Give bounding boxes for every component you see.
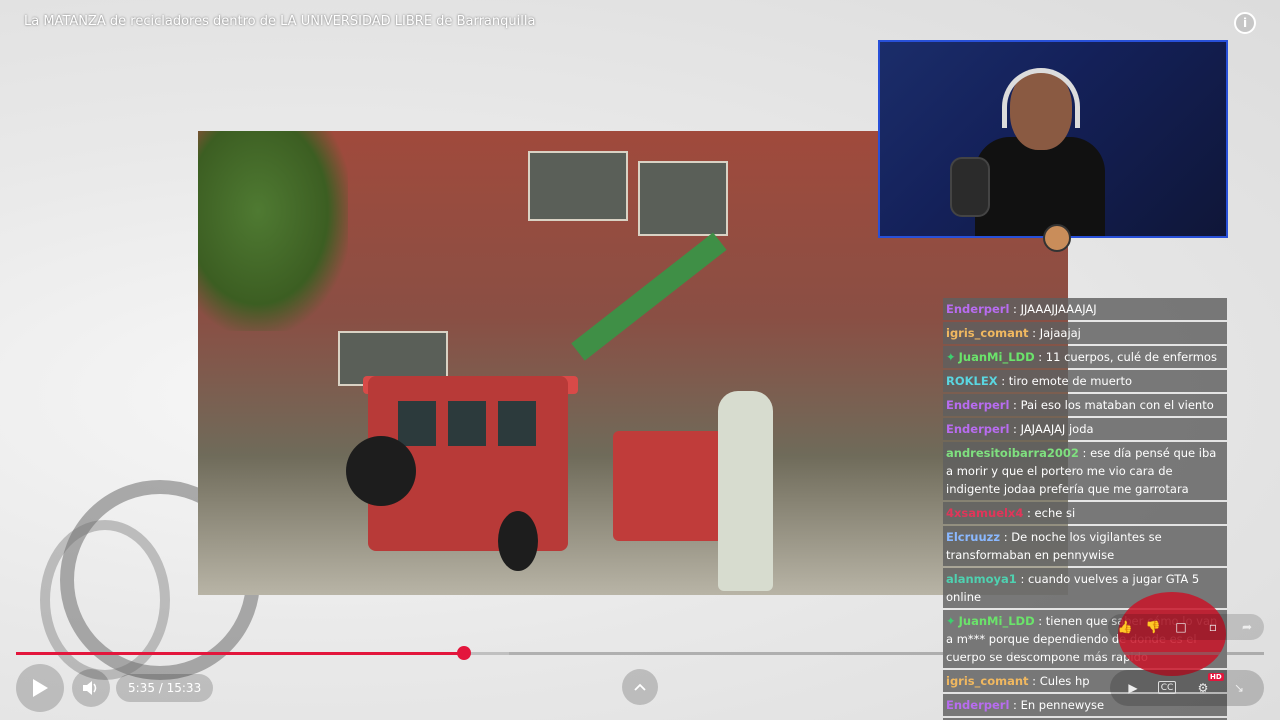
video-scene-tree [198, 131, 348, 331]
chat-text: : Pai eso los mataban con el viento [1009, 398, 1214, 412]
video-scene-window [638, 161, 728, 236]
chat-username: Enderperl [946, 398, 1010, 412]
right-controls: ▶ CC ⚙ ↘ [1110, 670, 1264, 706]
webcam-overlay [878, 40, 1228, 238]
chat-username: Enderperl [946, 422, 1010, 436]
chat-message: igris_comant : Jajaajaj [943, 322, 1227, 344]
chat-username: igris_comant [946, 674, 1029, 688]
video-scene-stairs [571, 232, 727, 361]
video-scene-jeep-window [448, 401, 486, 446]
chat-username: JuanMi_LDD [958, 350, 1035, 364]
volume-icon [83, 681, 97, 695]
decorative-stain [40, 520, 170, 680]
video-scene-wheel [346, 436, 416, 506]
exit-fullscreen-icon[interactable]: ↘ [1230, 679, 1248, 697]
chat-message: Elcruuzz : De noche los vigilantes se tr… [943, 526, 1227, 566]
chat-username: Elcruuzz [946, 530, 1001, 544]
volume-button[interactable] [72, 669, 110, 707]
video-scene-window [528, 151, 628, 221]
gear-icon[interactable]: ⚙ [1194, 679, 1212, 697]
avatar-sticker [1043, 224, 1071, 252]
share-icon[interactable]: ➦ [1238, 618, 1256, 636]
miniplayer-icon[interactable]: ▶ [1124, 679, 1142, 697]
video-actions-bar: 👍 👎 □ ▫ ➦ [1108, 614, 1264, 640]
subscriber-badge-icon: ✦ [946, 350, 956, 364]
video-scene-wheel [498, 511, 538, 571]
chat-message: ROKLEX : tiro emote de muerto [943, 370, 1227, 392]
chat-message: Enderperl : JAJAAJAJ joda [943, 418, 1227, 440]
chat-text: : Jajaajaj [1028, 326, 1081, 340]
hd-badge: HD [1208, 673, 1224, 681]
play-icon [33, 679, 48, 697]
chat-username: JuanMi_LDD [958, 614, 1035, 628]
chat-message: Enderperl : JJAAAJJAAAJAJ [943, 298, 1227, 320]
chat-text: : En pennewyse [1009, 698, 1105, 712]
chat-message: ✦ JuanMi_LDD : 11 cuerpos, culé de enferm… [943, 346, 1227, 368]
chat-text: : JJAAAJJAAAJAJ [1009, 302, 1097, 316]
chat-text: : Cules hp [1028, 674, 1090, 688]
save-icon[interactable]: ▫ [1204, 618, 1222, 636]
time-display: 5:35 / 15:33 [116, 674, 214, 702]
progress-bar[interactable] [16, 652, 1264, 655]
chat-username: igris_comant [946, 326, 1029, 340]
webcam-headphones [1002, 68, 1080, 128]
webcam-person-body [975, 137, 1105, 236]
chevron-up-icon [634, 683, 646, 691]
expand-button[interactable] [622, 669, 658, 705]
chat-username: 4xsamuelx4 [946, 506, 1024, 520]
progress-played [16, 652, 465, 655]
chat-text: : 11 cuerpos, culé de enfermos [1034, 350, 1217, 364]
video-scene-jeep-window [498, 401, 536, 446]
chat-text: : eche si [1023, 506, 1076, 520]
chat-username: ROKLEX [946, 374, 998, 388]
progress-scrubber-handle[interactable] [457, 646, 472, 660]
play-button[interactable] [16, 664, 64, 712]
chat-message: Enderperl : Pai eso los mataban con el v… [943, 394, 1227, 416]
chat-username: alanmoya1 [946, 572, 1017, 586]
video-title: La MATANZA de recicladores dentro de LA … [24, 14, 536, 29]
cc-icon[interactable]: CC [1158, 681, 1176, 694]
video-scene-car [613, 431, 723, 541]
chat-text: : tiro emote de muerto [997, 374, 1133, 388]
thumbs-down-icon[interactable]: 👎 [1144, 618, 1162, 636]
video-scene-jeep-window [398, 401, 436, 446]
chat-username: Enderperl [946, 698, 1010, 712]
chat-username: Enderperl [946, 302, 1010, 316]
chat-message: 4xsamuelx4 : eche si [943, 502, 1227, 524]
video-scene-person [718, 391, 773, 591]
webcam-microphone [950, 157, 990, 217]
chat-text: : JAJAAJAJ joda [1009, 422, 1094, 436]
chat-username: andresitoibarra2002 [946, 446, 1079, 460]
info-icon[interactable]: i [1234, 12, 1256, 34]
comment-icon[interactable]: □ [1172, 618, 1190, 636]
chat-message: andresitoibarra2002 : ese día pensé que … [943, 442, 1227, 500]
thumbs-up-icon[interactable]: 👍 [1116, 618, 1134, 636]
subscriber-badge-icon: ✦ [946, 614, 956, 628]
